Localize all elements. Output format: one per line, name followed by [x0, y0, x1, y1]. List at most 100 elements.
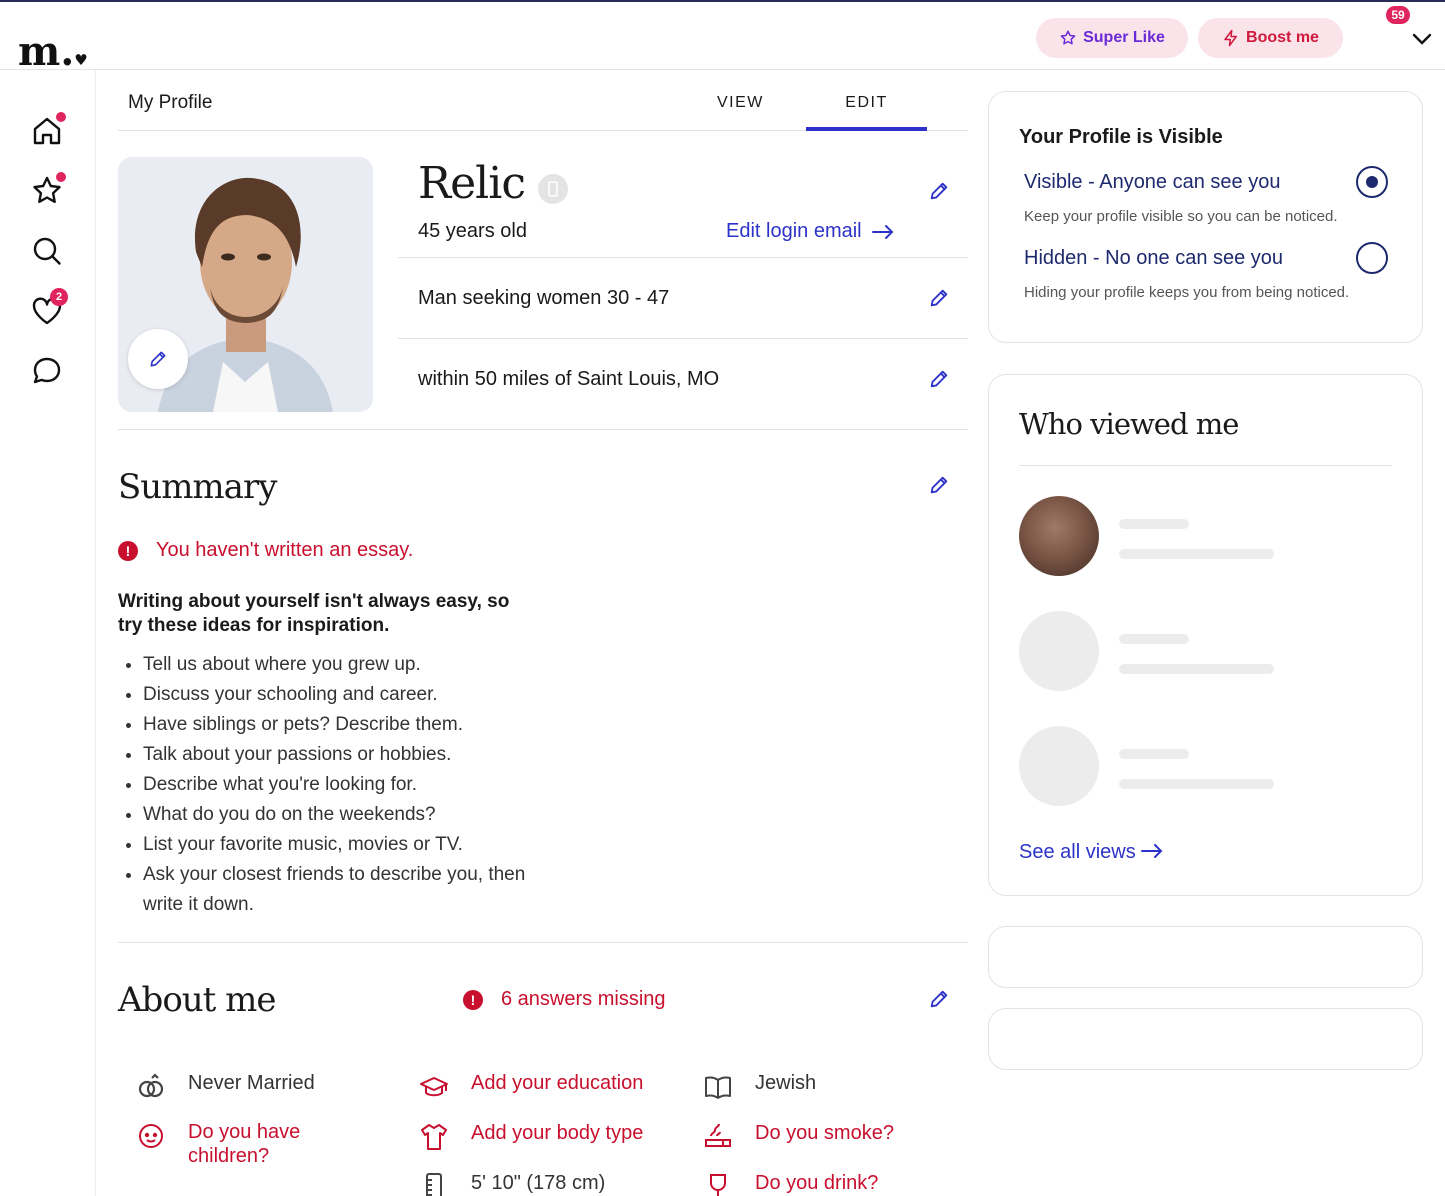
- nav-home[interactable]: [30, 112, 66, 148]
- ruler-icon: [426, 1173, 442, 1196]
- baby-face-icon: [139, 1124, 163, 1148]
- divider: [118, 429, 968, 430]
- edit-summary-button[interactable]: [928, 474, 950, 496]
- skeleton-line: [1119, 779, 1274, 789]
- answers-missing-text: 6 answers missing: [501, 988, 666, 1010]
- about-label: Jewish: [755, 1072, 817, 1094]
- profile-name: Relic: [418, 158, 526, 209]
- who-viewed-title: Who viewed me: [1019, 407, 1239, 441]
- edit-name-button[interactable]: [928, 180, 950, 202]
- app-logo[interactable]: m.♥: [18, 32, 88, 72]
- pencil-icon: [150, 351, 166, 367]
- about-label: Do you drink?: [755, 1172, 879, 1194]
- summary-title: Summary: [118, 467, 277, 507]
- pencil-icon: [930, 289, 948, 307]
- about-label: Never Married: [188, 1072, 315, 1094]
- list-item: Talk about your passions or hobbies.: [143, 740, 563, 770]
- tab-edit[interactable]: EDIT: [806, 94, 927, 131]
- divider: [398, 257, 968, 258]
- about-drinking[interactable]: Do you drink?: [703, 1172, 878, 1196]
- essay-warning-text: You haven't written an essay.: [156, 539, 414, 561]
- smoke-icon: [705, 1123, 731, 1147]
- hidden-radio[interactable]: [1356, 242, 1388, 274]
- edit-seeking-button[interactable]: [928, 287, 950, 309]
- notification-count-badge: 59: [1386, 6, 1410, 24]
- about-label: 5' 10" (178 cm): [471, 1172, 606, 1194]
- viewer-avatar-placeholder: [1019, 611, 1099, 691]
- visible-radio[interactable]: [1356, 166, 1388, 198]
- see-all-views-link[interactable]: See all views: [1019, 841, 1163, 864]
- shirt-icon: [421, 1124, 447, 1150]
- divider: [1019, 465, 1392, 466]
- see-all-views-label: See all views: [1019, 841, 1136, 863]
- edit-location-button[interactable]: [928, 368, 950, 390]
- tab-view[interactable]: VIEW: [717, 94, 764, 112]
- about-marital-status[interactable]: Never Married: [136, 1072, 315, 1102]
- phone-icon: [548, 181, 558, 197]
- about-label: Do you have children?: [188, 1121, 301, 1167]
- edit-photo-button[interactable]: [128, 329, 188, 389]
- notification-dot: [56, 172, 66, 182]
- divider: [398, 338, 968, 339]
- skeleton-line: [1119, 519, 1189, 529]
- about-education[interactable]: Add your education: [419, 1072, 643, 1102]
- pencil-icon: [930, 370, 948, 388]
- visibility-card: Your Profile is Visible Visible - Anyone…: [988, 91, 1423, 343]
- top-bar: m.♥ Super Like Boost me 59: [0, 2, 1445, 72]
- lightning-icon: [1224, 29, 1238, 47]
- chevron-down-icon[interactable]: [1411, 30, 1433, 48]
- about-children[interactable]: Do you have children?: [136, 1120, 356, 1168]
- profile-photo[interactable]: [118, 157, 373, 412]
- nav-search[interactable]: [30, 234, 64, 268]
- alert-icon: !: [463, 989, 483, 1010]
- nav-likes[interactable]: 2: [30, 288, 68, 328]
- about-body-type[interactable]: Add your body type: [419, 1122, 643, 1152]
- skeleton-line: [1119, 749, 1189, 759]
- about-smoking[interactable]: Do you smoke?: [703, 1122, 894, 1152]
- pencil-icon: [930, 476, 948, 494]
- visibility-title: Your Profile is Visible: [1019, 126, 1223, 148]
- super-like-button[interactable]: Super Like: [1036, 18, 1188, 58]
- hidden-option-label[interactable]: Hidden - No one can see you: [1024, 247, 1283, 270]
- edit-login-email-link[interactable]: Edit login email: [726, 220, 894, 243]
- seeking-preference: Man seeking women 30 - 47: [418, 287, 670, 309]
- who-viewed-card: Who viewed me See all views: [988, 374, 1423, 896]
- boost-me-button[interactable]: Boost me: [1198, 18, 1343, 58]
- visible-option-label[interactable]: Visible - Anyone can see you: [1024, 171, 1280, 194]
- nav-favorites[interactable]: [30, 172, 66, 208]
- book-icon: [705, 1076, 731, 1099]
- location-preference: within 50 miles of Saint Louis, MO: [418, 368, 720, 390]
- about-label: Add your education: [471, 1072, 644, 1094]
- list-item: Describe what you're looking for.: [143, 770, 563, 800]
- verification-icon[interactable]: [538, 174, 568, 204]
- arrow-right-icon: [871, 224, 894, 239]
- search-icon: [33, 237, 61, 265]
- edit-login-email-label: Edit login email: [726, 220, 862, 242]
- profile-tab-bar: My Profile VIEW EDIT: [118, 70, 968, 131]
- about-religion[interactable]: Jewish: [703, 1072, 816, 1102]
- arrow-right-icon: [1141, 844, 1163, 858]
- list-item: Ask your closest friends to describe you…: [143, 860, 563, 920]
- skeleton-line: [1119, 549, 1274, 559]
- rings-icon: [138, 1073, 164, 1098]
- pencil-icon: [930, 182, 948, 200]
- list-item: Tell us about where you grew up.: [143, 650, 563, 680]
- graduation-cap-icon: [420, 1077, 448, 1097]
- empty-card: [988, 926, 1423, 988]
- viewer-avatar[interactable]: [1019, 496, 1099, 576]
- edit-about-button[interactable]: [928, 988, 950, 1010]
- list-item: List your favorite music, movies or TV.: [143, 830, 563, 860]
- divider: [118, 942, 968, 943]
- skeleton-line: [1119, 664, 1274, 674]
- nav-messages[interactable]: [30, 354, 64, 388]
- profile-age: 45 years old: [418, 220, 527, 242]
- answers-missing-warning[interactable]: ! 6 answers missing: [463, 988, 666, 1011]
- pencil-icon: [930, 990, 948, 1008]
- star-outline-icon: [1060, 30, 1076, 45]
- wine-glass-icon: [710, 1174, 726, 1196]
- side-navigation: 2: [0, 70, 96, 1196]
- super-like-label: Super Like: [1083, 29, 1165, 46]
- alert-icon: !: [118, 540, 138, 561]
- empty-card: [988, 1008, 1423, 1070]
- about-height[interactable]: 5' 10" (178 cm): [419, 1172, 605, 1196]
